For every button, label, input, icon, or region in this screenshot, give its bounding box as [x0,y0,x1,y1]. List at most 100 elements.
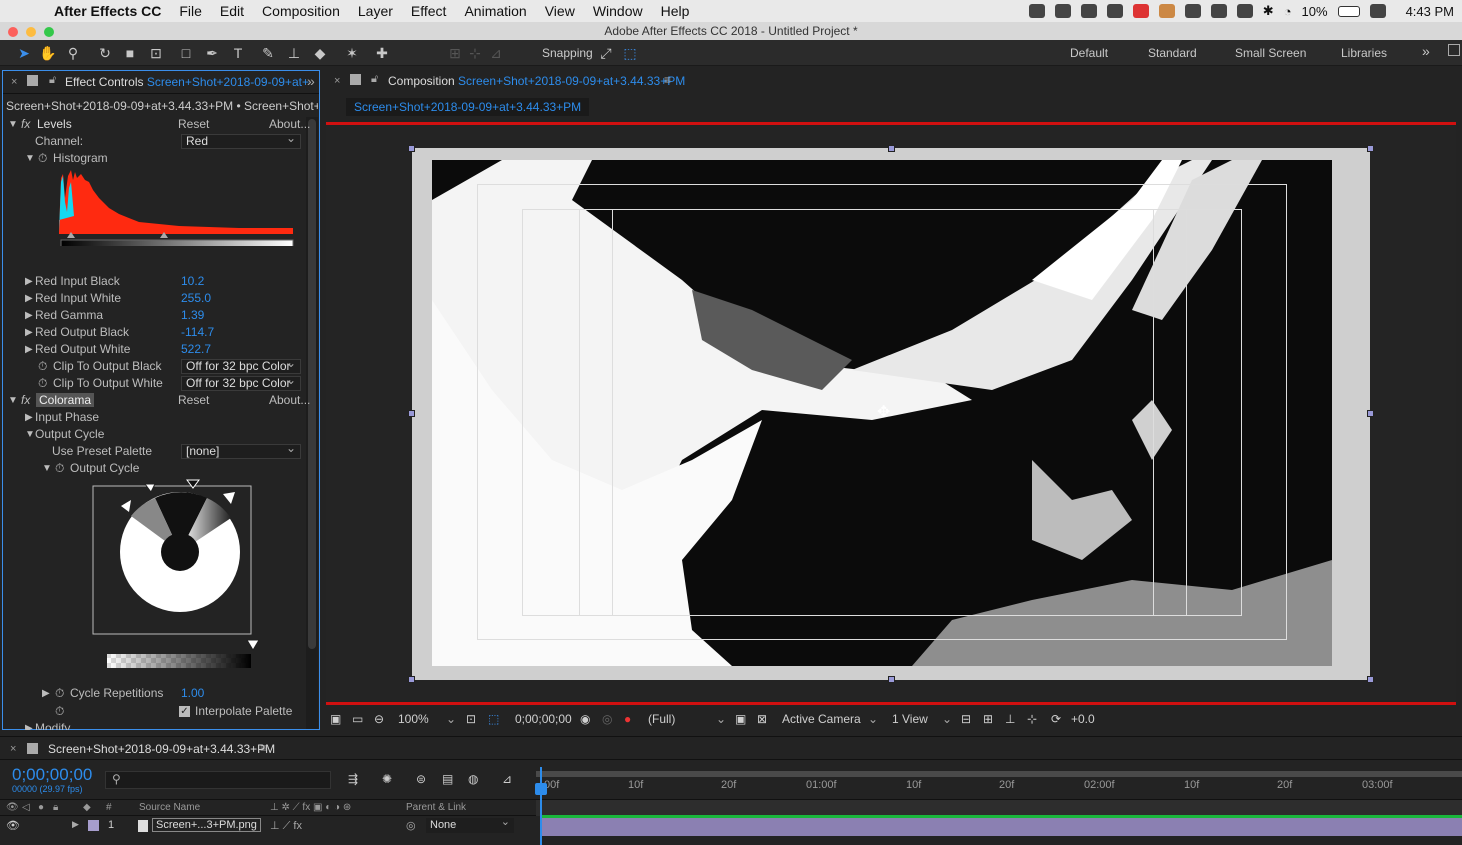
column-source-name[interactable]: Source Name [139,802,200,813]
time-machine-icon[interactable] [1210,4,1227,18]
battery-icon[interactable] [1337,5,1360,17]
layer-name[interactable]: Screen+...3+PM.png [152,818,261,832]
fx-icon[interactable]: fx [21,116,30,133]
menu-composition[interactable]: Composition [262,3,340,19]
fast-previews-icon[interactable]: ⊞ [983,708,993,730]
reset-exposure-icon[interactable]: ⟳ [1051,708,1061,730]
levels-reset-link[interactable]: Reset [178,116,209,133]
eraser-tool-icon[interactable]: ◆ [310,43,330,63]
world-axis-icon[interactable]: ⊹ [465,43,485,63]
stopwatch-icon[interactable]: ⏱︎ [55,685,64,702]
parent-dropdown[interactable]: None ⌄ [426,816,514,833]
colorama-twirl-icon[interactable]: ▼ [8,392,18,409]
transform-handle[interactable] [408,410,415,417]
colorama-about-link[interactable]: About... [269,392,310,409]
param-row[interactable]: ▶ Red Gamma 1.39 [3,307,303,324]
fx-icon[interactable]: fx [21,392,30,409]
current-time-indicator[interactable] [540,767,542,845]
close-window-button[interactable] [8,27,18,37]
menu-layer[interactable]: Layer [358,3,393,19]
region-icon[interactable]: ▣ [735,708,746,730]
hand-tool-icon[interactable]: ✋ [38,43,58,63]
zoom-window-button[interactable] [44,27,54,37]
histogram-twirl-icon[interactable]: ▼ [25,150,35,167]
cycle-triangle[interactable] [223,492,235,504]
clone-stamp-tool-icon[interactable]: ⊥ [284,43,304,63]
panel-menu-icon[interactable]: ≡ [664,73,671,87]
menu-view[interactable]: View [545,3,575,19]
workspace-more-button[interactable]: » [1422,43,1430,59]
transform-handle[interactable] [408,145,415,152]
stopwatch-icon[interactable]: ⏱︎ [38,358,47,375]
resolution-chevron-down-icon[interactable]: ⌄ [716,708,726,730]
frame-blending-icon[interactable]: ▤ [442,772,453,786]
scrollbar-thumb[interactable] [308,119,316,649]
pan-behind-tool-icon[interactable]: ⊡ [146,43,166,63]
graph-editor-icon[interactable]: ⊿ [502,772,512,786]
comp-subtab[interactable]: Screen+Shot+2018-09-09+at+3.44.33+PM [346,98,590,116]
param-row[interactable]: ▶ Red Input White 255.0 [3,290,303,307]
rotate-tool-icon[interactable]: ↻ [95,43,115,63]
stopwatch-icon[interactable]: ⏱︎ [55,460,64,477]
clip-white-dropdown[interactable]: Off for 32 bpc Color [181,374,301,391]
timeline-tab[interactable]: Screen+Shot+2018-09-09+at+3.44.33+PM [48,742,275,756]
user-icon[interactable] [1369,4,1386,18]
screen-share-icon[interactable] [1106,4,1123,18]
cycle-triangle[interactable] [186,479,200,489]
roto-brush-tool-icon[interactable]: ✶ [342,43,362,63]
output-cycle-row[interactable]: ▼ Output Cycle [3,426,303,443]
transform-handle[interactable] [1367,145,1374,152]
lock-icon[interactable]: 🔓︎ [371,73,378,86]
param-row[interactable]: ▶ Red Output White 522.7 [3,341,303,358]
channel-dropdown[interactable]: Red [181,132,301,149]
param-value[interactable]: 10.2 [181,273,204,290]
local-axis-icon[interactable]: ⊞ [445,43,465,63]
camera-tool-icon[interactable]: ■ [120,43,140,63]
region-of-interest-icon[interactable]: ⬚ [488,708,499,730]
layer-search-input[interactable]: ⚲ [105,771,331,789]
timeline-timecode[interactable]: 0;00;00;00 [12,765,92,785]
playhead-handle[interactable] [535,783,547,795]
anchor-point-icon[interactable]: ✥ [877,402,890,422]
workspace-standard[interactable]: Standard [1148,46,1197,60]
viewer-timecode[interactable]: 0;00;00;00 [515,708,572,730]
search-help-icon[interactable] [1448,44,1460,56]
modify-row[interactable]: ▶ Modify [3,720,303,730]
transform-handle[interactable] [408,676,415,683]
panel-overflow-icon[interactable]: » [307,73,315,89]
menu-window[interactable]: Window [593,3,643,19]
rectangle-tool-icon[interactable]: □ [176,43,196,63]
switches-icon[interactable]: ⊥ ✲ ⟋ fx ▣ ◐ ◑ ⊛ [270,802,351,813]
snap-edges-icon[interactable]: ⤢ [596,43,616,63]
cycle-slider-triangle[interactable] [246,639,260,651]
tab-composition[interactable]: Composition Screen+Shot+2018-09-09+at+3.… [388,74,685,88]
dropbox-icon[interactable] [1028,4,1045,18]
levels-effect-header[interactable]: ▼ fx Levels Reset About... [3,116,310,133]
transform-handle[interactable] [1367,676,1374,683]
wifi-icon[interactable]: ◔ [1284,4,1292,19]
panel-menu-icon[interactable]: ≡ [260,741,267,755]
close-panel-icon[interactable]: × [11,76,17,88]
audio-toggle-icon[interactable]: ◁ [22,802,30,813]
label-icon[interactable]: ◆ [83,802,91,813]
output-cycle-wheel[interactable] [91,478,263,668]
workspace-libraries[interactable]: Libraries [1341,46,1387,60]
menu-file[interactable]: File [179,3,202,19]
interpolate-palette-checkbox[interactable]: ✓ [179,706,190,717]
toggle-pixel-aspect-icon[interactable]: ⊟ [961,708,971,730]
layer-row[interactable]: 👁︎ ▶ 1 Screen+...3+PM.png ⊥ ⟋ fx ◎ None ⌄ [0,816,536,835]
draft-3d-icon[interactable]: ✺ [382,772,392,786]
zoom-dropdown[interactable]: 100% [398,708,429,730]
colorama-effect-header[interactable]: ▼ fx Colorama Reset About... [3,392,310,409]
channel-icon[interactable]: ● [624,708,631,730]
panel-menu-icon[interactable] [27,75,38,86]
flowchart-icon[interactable]: ⊹ [1027,708,1037,730]
layer-bar[interactable] [540,818,1462,836]
menu-animation[interactable]: Animation [464,3,526,19]
view-layout-dropdown[interactable]: 1 View [892,708,928,730]
video-toggle-icon[interactable]: 👁︎ [6,802,19,813]
stopwatch-icon[interactable]: ⏱︎ [55,703,64,720]
cycle-triangle[interactable] [121,500,131,512]
levels-twirl-icon[interactable]: ▼ [8,116,18,133]
snap-features-icon[interactable]: ⬚ [620,43,640,63]
